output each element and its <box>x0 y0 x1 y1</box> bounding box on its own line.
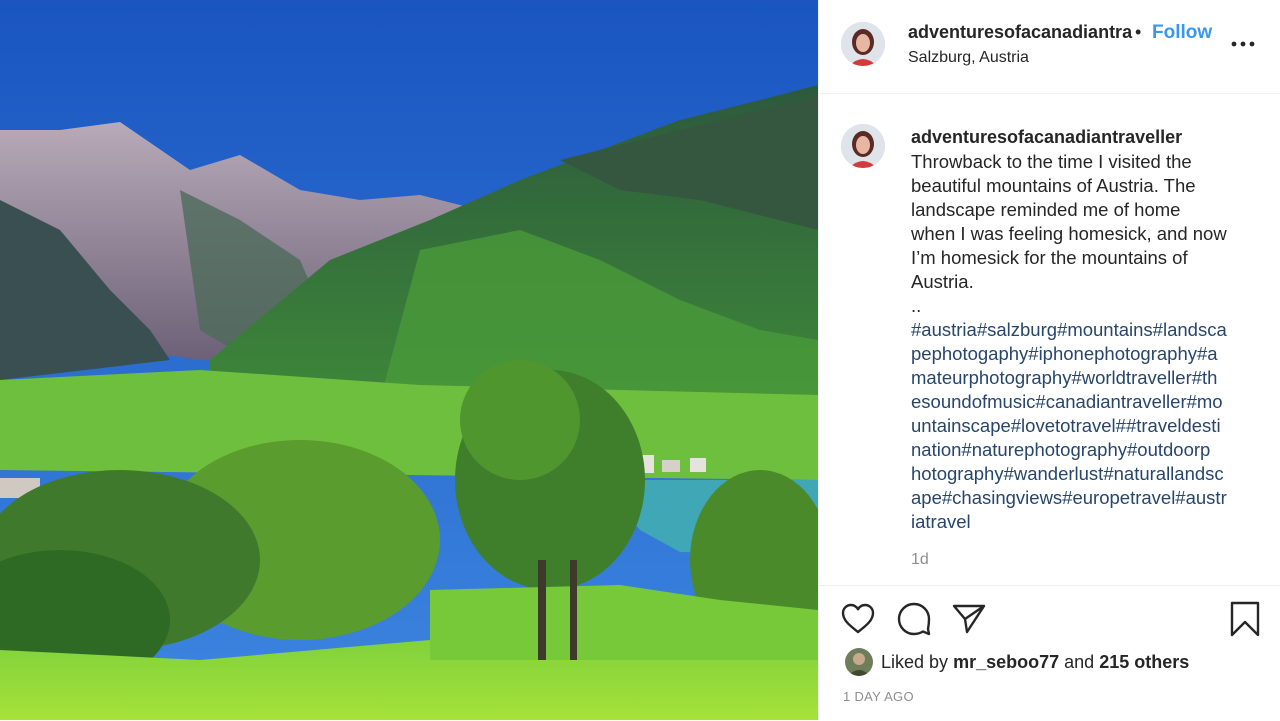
share-icon[interactable] <box>950 600 988 638</box>
caption-line: beautiful mountains of Austria. The <box>911 175 1196 196</box>
likes-prefix: Liked by <box>881 652 949 672</box>
caption-author-avatar[interactable] <box>841 124 885 168</box>
hashtag-line[interactable]: nation#naturephotography#outdoorp <box>911 438 1247 462</box>
caption-line: I’m homesick for the mountains of <box>911 247 1188 268</box>
author-avatar[interactable] <box>841 22 885 66</box>
caption-dots: .. <box>911 295 922 316</box>
hashtag-line[interactable]: ape#chasingviews#europetravel#austr <box>911 486 1247 510</box>
caption-line: Throwback to the time I visited the <box>911 151 1192 172</box>
post-details-panel: adventuresofacanadiantra • Follow Salzbu… <box>818 0 1280 720</box>
landscape-image <box>0 0 818 720</box>
hashtags[interactable]: #austria#salzburg#mountains#landsca peph… <box>911 318 1247 534</box>
caption-line: when I was feeling homesick, and now <box>911 223 1227 244</box>
hashtag-line[interactable]: esoundofmusic#canadiantraveller#mo <box>911 390 1247 414</box>
author-username[interactable]: adventuresofacanadiantra <box>908 22 1134 43</box>
separator-dot: • <box>1135 22 1142 42</box>
caption-line: landscape reminded me of home <box>911 199 1181 220</box>
post-header: adventuresofacanadiantra • Follow Salzbu… <box>819 0 1280 94</box>
hashtag-line[interactable]: untainscape#lovetotravel##traveldesti <box>911 414 1247 438</box>
hashtag-line[interactable]: #austria#salzburg#mountains#landsca <box>911 318 1247 342</box>
post-photo[interactable] <box>0 0 818 720</box>
likes-summary[interactable]: Liked by mr_seboo77 and 215 others <box>881 652 1189 673</box>
liker-username[interactable]: mr_seboo77 <box>953 652 1059 672</box>
hashtag-line[interactable]: pephotogaphy#iphonephotography#a <box>911 342 1247 366</box>
caption-text: Throwback to the time I visited the beau… <box>911 150 1247 534</box>
heart-icon[interactable] <box>839 600 877 638</box>
hashtag-line[interactable]: mateurphotography#worldtraveller#th <box>911 366 1247 390</box>
comment-icon[interactable] <box>895 600 933 638</box>
post-actions: Liked by mr_seboo77 and 215 others 1 DAY… <box>819 585 1280 721</box>
likes-others[interactable]: 215 others <box>1099 652 1189 672</box>
more-horizontal-icon[interactable] <box>1229 30 1257 58</box>
post-timestamp[interactable]: 1 DAY AGO <box>843 689 914 704</box>
caption-time[interactable]: 1d <box>911 551 929 569</box>
post-location[interactable]: Salzburg, Austria <box>908 49 1029 67</box>
follow-button[interactable]: Follow <box>1152 22 1212 44</box>
caption-line: Austria. <box>911 271 974 292</box>
caption-username[interactable]: adventuresofacanadiantraveller <box>911 127 1182 148</box>
hashtag-line[interactable]: iatravel <box>911 510 1247 534</box>
liker-avatar[interactable] <box>845 648 873 676</box>
bookmark-icon[interactable] <box>1226 600 1264 638</box>
likes-middle: and <box>1064 652 1095 672</box>
hashtag-line[interactable]: hotography#wanderlust#naturallandsc <box>911 462 1247 486</box>
